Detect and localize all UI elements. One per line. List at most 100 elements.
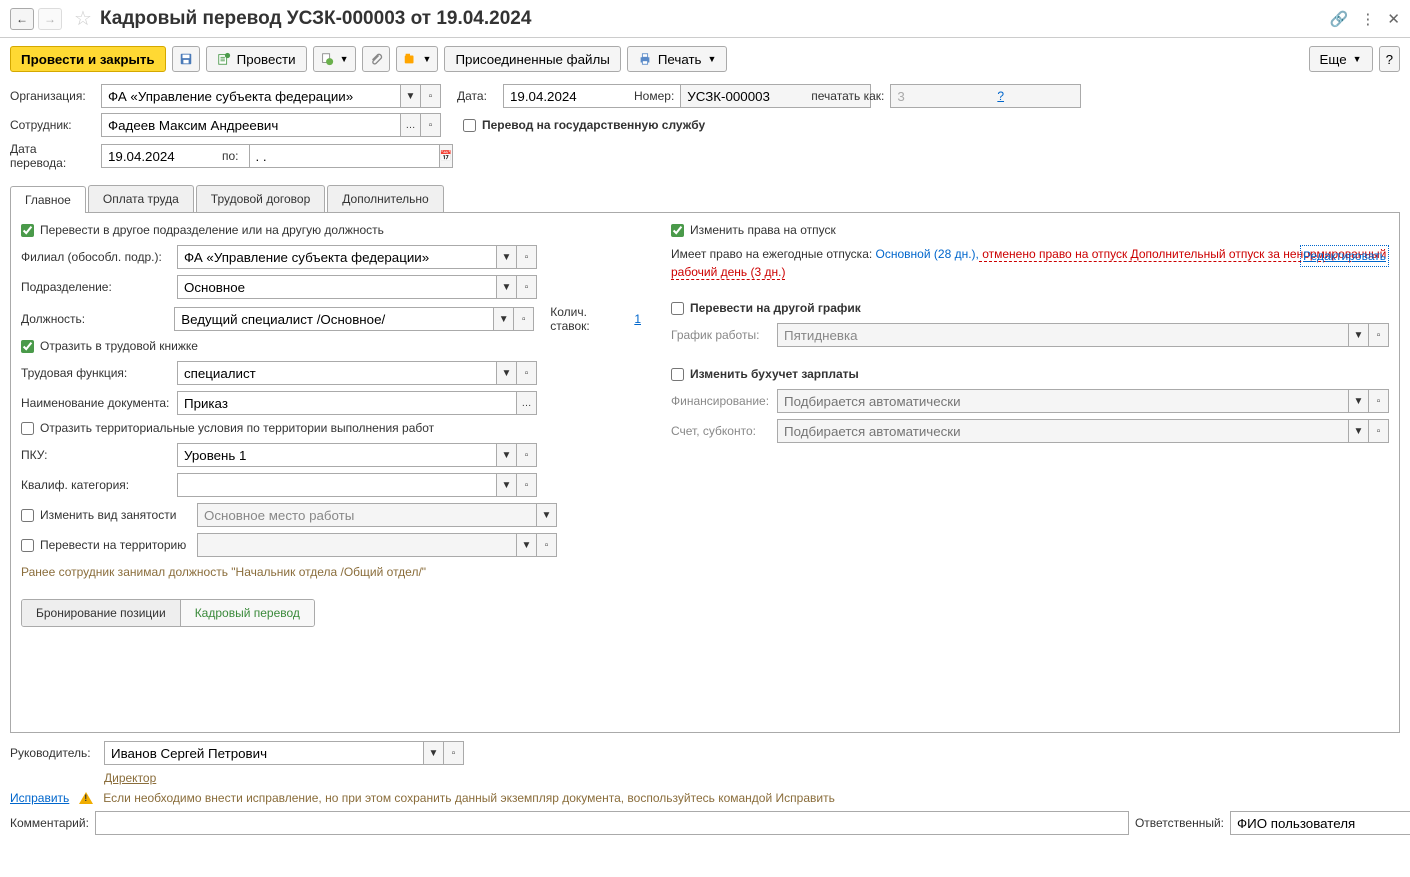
dropdown-icon[interactable]: ▼ (494, 307, 514, 331)
comment-input[interactable] (95, 811, 1129, 835)
more-button[interactable]: Еще ▼ (1309, 46, 1373, 72)
reflect-territory-label: Отразить территориальные условия по терр… (40, 421, 434, 435)
dropdown-icon[interactable]: ▼ (537, 503, 557, 527)
correct-link[interactable]: Исправить (10, 791, 69, 805)
open-icon[interactable]: ▫ (514, 307, 534, 331)
post-button[interactable]: Провести (206, 46, 307, 72)
edit-vacation-link[interactable]: Редактировать (1300, 245, 1389, 267)
reflect-territory-checkbox[interactable] (21, 422, 34, 435)
forward-button[interactable]: → (38, 8, 62, 30)
printas-label: печатать как: (811, 89, 884, 103)
correct-text: Если необходимо внести исправление, но п… (103, 791, 835, 805)
dropdown-icon[interactable]: ▼ (497, 443, 517, 467)
change-vacation-label: Изменить права на отпуск (690, 223, 836, 237)
post-and-close-button[interactable]: Провести и закрыть (10, 46, 166, 72)
warning-icon (79, 792, 93, 804)
open-icon[interactable]: ▫ (517, 275, 537, 299)
financing-label: Финансирование: (671, 394, 771, 408)
dropdown-icon[interactable]: ▼ (424, 741, 444, 765)
org-input[interactable] (101, 84, 401, 108)
save-button[interactable] (172, 46, 200, 72)
docname-input[interactable] (177, 391, 517, 415)
print-button[interactable]: Печать▼ (627, 46, 728, 72)
change-vacation-checkbox[interactable] (671, 224, 684, 237)
employee-open-icon[interactable]: ▫ (421, 113, 441, 137)
select-icon[interactable]: … (517, 391, 537, 415)
manager-input[interactable] (104, 741, 424, 765)
dropdown-icon[interactable]: ▼ (1349, 323, 1369, 347)
transfer-schedule-label: Перевести на другой график (690, 301, 861, 315)
attach-button[interactable] (362, 46, 390, 72)
transfer-territory-checkbox[interactable] (21, 539, 34, 552)
laborfunc-label: Трудовая функция: (21, 366, 171, 380)
schedule-label: График работы: (671, 328, 771, 342)
dropdown-icon[interactable]: ▼ (1349, 419, 1369, 443)
close-icon[interactable]: ✕ (1387, 10, 1400, 28)
attached-files-button[interactable]: Присоединенные файлы (444, 46, 620, 72)
account-label: Счет, субконто: (671, 424, 771, 438)
open-icon[interactable]: ▫ (1369, 419, 1389, 443)
open-icon[interactable]: ▫ (517, 473, 537, 497)
dropdown-icon[interactable]: ▼ (517, 533, 537, 557)
kebab-icon[interactable]: ⋮ (1360, 10, 1375, 28)
dropdown-icon[interactable]: ▼ (497, 275, 517, 299)
pku-label: ПКУ: (21, 448, 171, 462)
open-icon[interactable]: ▫ (517, 443, 537, 467)
help-button[interactable]: ? (1379, 46, 1400, 72)
comment-label: Комментарий: (10, 816, 89, 830)
docname-label: Наименование документа: (21, 396, 171, 410)
to-date-calendar-icon[interactable]: 📅 (440, 144, 453, 168)
transfer-checkbox[interactable] (21, 224, 34, 237)
open-icon[interactable]: ▫ (537, 533, 557, 557)
tab-additional[interactable]: Дополнительно (327, 185, 443, 212)
gov-service-checkbox[interactable] (463, 119, 476, 132)
dept-input[interactable] (177, 275, 497, 299)
create-based-button[interactable]: ▼ (313, 46, 356, 72)
employee-input[interactable] (101, 113, 401, 137)
tab-contract[interactable]: Трудовой договор (196, 185, 325, 212)
org-dropdown-icon[interactable]: ▼ (401, 84, 421, 108)
link-icon[interactable]: 🔗 (1330, 10, 1349, 28)
reflect-workbook-checkbox[interactable] (21, 340, 34, 353)
to-date-input[interactable] (249, 144, 440, 168)
open-icon[interactable]: ▫ (444, 741, 464, 765)
printas-help-icon[interactable]: ? (997, 89, 1004, 103)
position-label: Должность: (21, 312, 168, 326)
pku-input[interactable] (177, 443, 497, 467)
branch-input[interactable] (177, 245, 497, 269)
dropdown-icon[interactable]: ▼ (497, 245, 517, 269)
employee-select-icon[interactable]: … (401, 113, 421, 137)
date-label: Дата: (457, 89, 497, 103)
responsible-input[interactable] (1230, 811, 1410, 835)
dropdown-icon[interactable]: ▼ (497, 361, 517, 385)
change-employment-label: Изменить вид занятости (40, 508, 176, 522)
transfer-date-label: Дата перевода: (10, 142, 95, 170)
responsible-label: Ответственный: (1135, 816, 1224, 830)
printas-input[interactable] (890, 84, 1081, 108)
open-icon[interactable]: ▫ (517, 361, 537, 385)
stakes-link[interactable]: 1 (634, 312, 641, 326)
position-input[interactable] (174, 307, 494, 331)
change-employment-checkbox[interactable] (21, 509, 34, 522)
transfer-schedule-checkbox[interactable] (671, 302, 684, 315)
laborfunc-input[interactable] (177, 361, 497, 385)
manager-label: Руководитель: (10, 746, 98, 760)
change-accounting-checkbox[interactable] (671, 368, 684, 381)
tab-payment[interactable]: Оплата труда (88, 185, 194, 212)
open-icon[interactable]: ▫ (1369, 323, 1389, 347)
open-icon[interactable]: ▫ (1369, 389, 1389, 413)
org-open-icon[interactable]: ▫ (421, 84, 441, 108)
booking-toggle[interactable]: Бронирование позиции (22, 600, 181, 626)
qualif-input[interactable] (177, 473, 497, 497)
dropdown-icon[interactable]: ▼ (497, 473, 517, 497)
open-icon[interactable]: ▫ (517, 245, 537, 269)
dropdown-icon[interactable]: ▼ (1349, 389, 1369, 413)
tab-main[interactable]: Главное (10, 186, 86, 213)
favorite-icon[interactable]: ☆ (74, 6, 92, 31)
transfer-territory-label: Перевести на территорию (40, 538, 186, 552)
back-button[interactable]: ← (10, 8, 34, 30)
manager-position-link[interactable]: Директор (104, 771, 156, 785)
template-button[interactable]: ▼ (396, 46, 439, 72)
org-label: Организация: (10, 89, 95, 103)
hr-transfer-toggle[interactable]: Кадровый перевод (181, 600, 314, 626)
